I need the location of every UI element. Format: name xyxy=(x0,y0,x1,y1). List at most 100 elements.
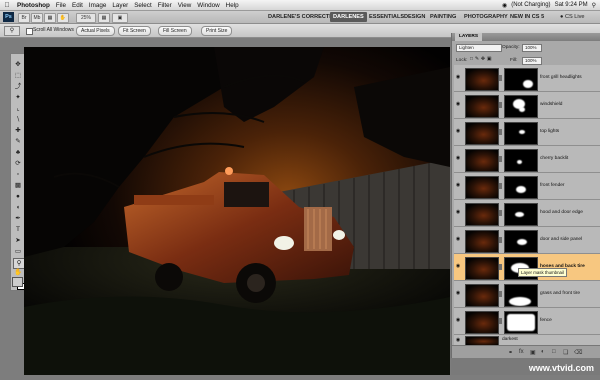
layer-thumbnail[interactable] xyxy=(465,257,499,280)
crop-tool-icon[interactable]: ⌞ xyxy=(13,104,23,113)
layer-row[interactable]: ◉ front fender xyxy=(454,173,600,200)
eraser-tool-icon[interactable]: ▫ xyxy=(13,170,23,179)
layer-mask-thumbnail[interactable] xyxy=(504,230,538,253)
layer-name[interactable]: front fender xyxy=(540,183,565,188)
type-tool-icon[interactable]: T xyxy=(13,225,23,234)
guides-icon[interactable]: ▦ xyxy=(44,13,56,23)
visibility-eye-icon[interactable]: ◉ xyxy=(455,236,461,242)
fill-screen-button[interactable]: Fill Screen xyxy=(158,26,192,36)
workspace-design[interactable]: DESIGN xyxy=(404,12,425,22)
layer-name[interactable]: fence xyxy=(540,318,552,323)
screen-mode-icon[interactable]: ▣ xyxy=(112,13,128,23)
visibility-eye-icon[interactable]: ◉ xyxy=(455,317,461,323)
layer-name[interactable]: front grill headlights xyxy=(540,75,582,80)
visibility-eye-icon[interactable]: ◉ xyxy=(455,209,461,215)
workspace-darlenes[interactable]: DARLENES xyxy=(330,12,367,22)
layer-thumbnail[interactable] xyxy=(465,284,499,307)
new-layer-icon[interactable]: ❏ xyxy=(563,349,568,356)
dodge-tool-icon[interactable]: ◖ xyxy=(13,203,23,212)
lock-icons[interactable]: □✎✥▣ xyxy=(470,57,493,62)
visibility-eye-icon[interactable]: ◉ xyxy=(455,74,461,80)
layer-row[interactable]: ◉ door and side panel xyxy=(454,227,600,254)
layer-mask-thumbnail[interactable] xyxy=(504,149,538,172)
visibility-eye-icon[interactable]: ◉ xyxy=(455,155,461,161)
marquee-tool-icon[interactable]: ⬚ xyxy=(13,71,23,80)
mask-link-icon[interactable] xyxy=(499,291,502,297)
scroll-all-windows-checkbox[interactable] xyxy=(26,28,33,35)
layer-thumbnail[interactable] xyxy=(465,149,499,172)
layer-name[interactable]: windshield xyxy=(540,102,562,107)
visibility-eye-icon[interactable]: ◉ xyxy=(455,101,461,107)
add-mask-icon[interactable]: ▣ xyxy=(530,349,536,356)
document-canvas[interactable] xyxy=(24,47,450,375)
move-tool-icon[interactable]: ✥ xyxy=(13,60,23,69)
visibility-eye-icon[interactable]: ◉ xyxy=(455,263,461,269)
pen-tool-icon[interactable]: ✒ xyxy=(13,214,23,223)
layer-mask-thumbnail[interactable] xyxy=(504,311,538,334)
layer-row[interactable]: ◉ top lights xyxy=(454,119,600,146)
gradient-tool-icon[interactable]: ▩ xyxy=(13,181,23,190)
hand-view-icon[interactable]: ✋ xyxy=(57,13,69,23)
menu-filter[interactable]: Filter xyxy=(155,2,175,9)
layer-name[interactable]: door and side panel xyxy=(540,237,582,242)
layer-row[interactable]: ◉ windshield xyxy=(454,92,600,119)
fit-screen-button[interactable]: Fit Screen xyxy=(118,26,151,36)
lasso-tool-icon[interactable]: ⤴ xyxy=(13,82,23,91)
zoom-level-select[interactable]: 25% xyxy=(76,13,96,23)
layer-row[interactable]: ◉ grass and front tire xyxy=(454,281,600,308)
workspace-new-in-cs5[interactable]: NEW IN CS 5 xyxy=(510,12,544,22)
layer-thumbnail[interactable] xyxy=(465,95,499,118)
link-layers-icon[interactable]: ⚭ xyxy=(508,349,513,356)
layer-name[interactable]: darkest xyxy=(502,337,518,342)
bridge-icon[interactable]: Br xyxy=(18,13,30,23)
mask-link-icon[interactable] xyxy=(499,75,502,81)
healing-brush-tool-icon[interactable]: ✚ xyxy=(13,126,23,135)
layer-name[interactable]: top lights xyxy=(540,129,559,134)
visibility-eye-icon[interactable]: ◉ xyxy=(455,337,461,343)
fill-field[interactable]: 100% xyxy=(522,57,542,65)
layer-mask-thumbnail[interactable] xyxy=(504,176,538,199)
print-size-button[interactable]: Print Size xyxy=(201,26,233,36)
mask-link-icon[interactable] xyxy=(499,237,502,243)
menu-layer[interactable]: Layer xyxy=(109,2,131,9)
visibility-eye-icon[interactable]: ◉ xyxy=(455,290,461,296)
spotlight-search-icon[interactable]: ⚲ xyxy=(592,2,596,9)
layer-name[interactable]: grass and front tire xyxy=(540,291,580,296)
layer-mask-thumbnail[interactable] xyxy=(504,122,538,145)
menu-file[interactable]: File xyxy=(53,2,69,9)
history-brush-tool-icon[interactable]: ⟳ xyxy=(13,159,23,168)
layer-thumbnail[interactable] xyxy=(465,311,499,334)
menu-help[interactable]: Help xyxy=(223,2,242,9)
mask-link-icon[interactable] xyxy=(499,129,502,135)
layer-row[interactable]: ◉ cherry backlit xyxy=(454,146,600,173)
workspace-darlenes-corrected[interactable]: DARLENE'S CORRECTED xyxy=(268,12,337,22)
cs-live-button[interactable]: ● CS Live xyxy=(560,12,585,22)
layer-mask-thumbnail[interactable] xyxy=(504,284,538,307)
layer-mask-thumbnail[interactable] xyxy=(504,68,538,91)
layer-mask-thumbnail[interactable] xyxy=(504,203,538,226)
opacity-field[interactable]: 100% xyxy=(522,44,542,52)
visibility-eye-icon[interactable]: ◉ xyxy=(455,128,461,134)
arrange-documents-icon[interactable]: ▦ xyxy=(98,13,110,23)
mask-link-icon[interactable] xyxy=(499,318,502,324)
clone-stamp-tool-icon[interactable]: ♣ xyxy=(13,148,23,157)
mask-link-icon[interactable] xyxy=(499,264,502,270)
layer-thumbnail[interactable] xyxy=(465,230,499,253)
workspace-painting[interactable]: PAINTING xyxy=(430,12,456,22)
menu-view[interactable]: View xyxy=(175,2,195,9)
menu-edit[interactable]: Edit xyxy=(69,2,86,9)
shape-tool-icon[interactable]: ▭ xyxy=(13,247,23,256)
clock[interactable]: Sat 9:24 PM xyxy=(555,2,588,8)
layer-mask-thumbnail[interactable] xyxy=(504,95,538,118)
layer-row[interactable]: ◉ hood and door edge xyxy=(454,200,600,227)
apple-icon[interactable]:  xyxy=(0,2,14,9)
layer-row[interactable]: ◉ front grill headlights xyxy=(454,65,600,92)
mask-link-icon[interactable] xyxy=(499,183,502,189)
layer-thumbnail[interactable] xyxy=(465,176,499,199)
adjustment-layer-icon[interactable]: ◐ xyxy=(541,349,545,355)
menu-image[interactable]: Image xyxy=(86,2,110,9)
wifi-icon[interactable]: ◉ xyxy=(502,2,507,9)
delete-layer-icon[interactable]: ⌫ xyxy=(574,349,582,356)
menu-window[interactable]: Window xyxy=(194,2,222,9)
layer-name[interactable]: hood and door edge xyxy=(540,210,583,215)
